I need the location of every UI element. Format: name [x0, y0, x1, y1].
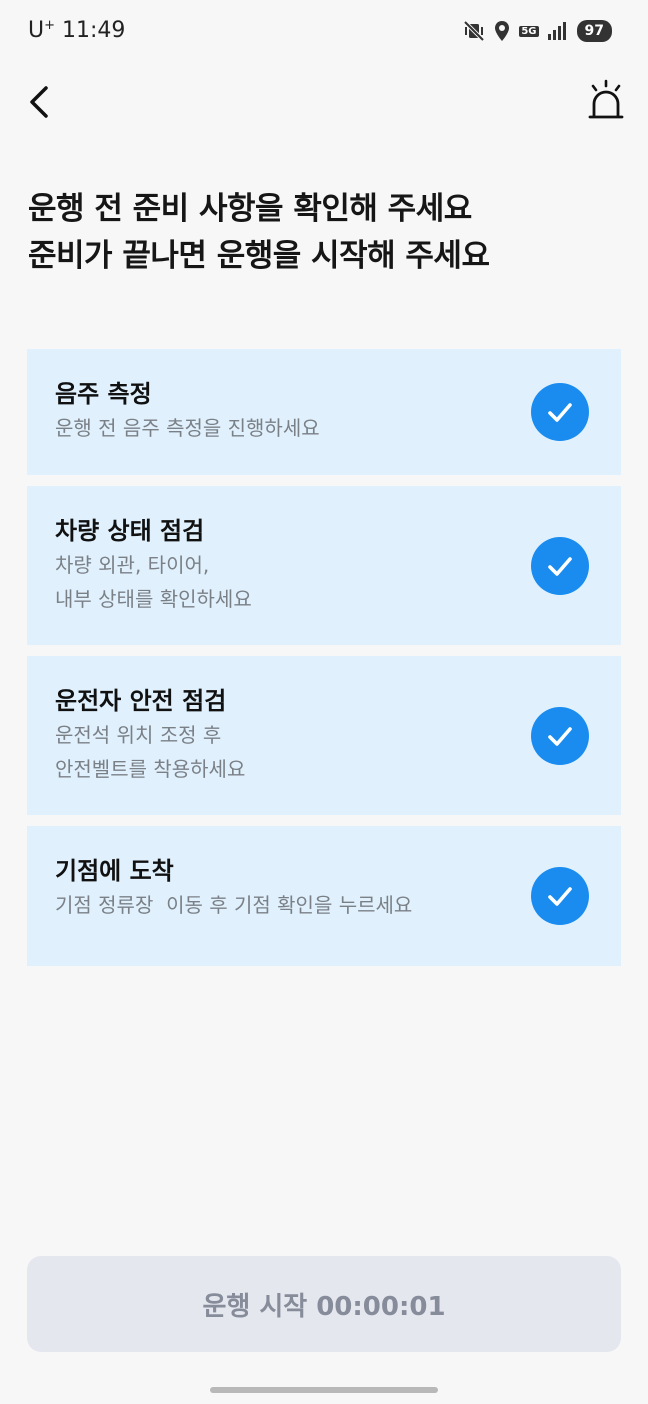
description-line: 운행 전 음주 측정을 진행하세요	[55, 416, 320, 440]
description-line: 기점 정류장 이동 후 기점 확인을 누르세요	[55, 893, 413, 917]
siren-icon	[588, 79, 624, 119]
description-line: 차량 외관, 타이어,	[55, 553, 210, 577]
checklist-item-alcohol-test[interactable]: 음주 측정 운행 전 음주 측정을 진행하세요	[27, 349, 621, 475]
start-driving-label: 운행 시작 00:00:01	[202, 1291, 446, 1322]
description-line: 안전벨트를 착용하세요	[55, 757, 246, 781]
checkmark-icon	[531, 867, 589, 925]
checklist-item-description: 차량 외관, 타이어, 내부 상태를 확인하세요	[55, 548, 593, 616]
location-icon	[495, 21, 510, 41]
checklist-item-description: 기점 정류장 이동 후 기점 확인을 누르세요	[55, 888, 593, 922]
description-line: 운전석 위치 조정 후	[55, 723, 222, 747]
checklist-item-title: 차량 상태 점검	[55, 517, 205, 545]
network-5g-icon: 5G	[519, 25, 539, 37]
carrier-time: U+ 11:49	[28, 18, 125, 43]
checkmark-icon	[531, 383, 589, 441]
title-line-2: 준비가 끝나면 운행을 시작해 주세요	[28, 238, 490, 274]
back-button[interactable]	[22, 80, 58, 124]
battery-indicator: 97	[576, 20, 612, 42]
checklist-item-description: 운행 전 음주 측정을 진행하세요	[55, 411, 593, 445]
checklist-item-title: 운전자 안전 점검	[55, 687, 227, 715]
checklist-item-vehicle-inspection[interactable]: 차량 상태 점검 차량 외관, 타이어, 내부 상태를 확인하세요	[27, 486, 621, 645]
checklist-item-description: 운전석 위치 조정 후 안전벨트를 착용하세요	[55, 718, 593, 786]
checkmark-icon	[531, 536, 589, 595]
signal-icon	[547, 22, 566, 40]
home-indicator[interactable]	[210, 1387, 438, 1393]
checklist-item-title: 음주 측정	[55, 380, 152, 408]
carrier-label: U	[28, 18, 45, 43]
checklist-item-title: 기점에 도착	[55, 857, 174, 885]
status-icons: 5G 97	[463, 20, 612, 42]
title-line-1: 운행 전 준비 사항을 확인해 주세요	[28, 191, 472, 227]
pre-drive-checklist: 음주 측정 운행 전 음주 측정을 진행하세요 차량 상태 점검 차량 외관, …	[27, 349, 621, 977]
start-driving-button[interactable]: 운행 시작 00:00:01	[27, 1256, 621, 1352]
checklist-item-driver-safety[interactable]: 운전자 안전 점검 운전석 위치 조정 후 안전벨트를 착용하세요	[27, 656, 621, 815]
page-title: 운행 전 준비 사항을 확인해 주세요 준비가 끝나면 운행을 시작해 주세요	[28, 186, 628, 280]
chevron-left-icon	[30, 86, 48, 118]
carrier-plus: +	[44, 18, 56, 33]
checkmark-icon	[531, 706, 589, 765]
description-line: 내부 상태를 확인하세요	[55, 587, 252, 611]
top-nav	[0, 72, 648, 132]
status-bar: U+ 11:49 5G 97	[0, 0, 648, 66]
clock: 11:49	[62, 18, 126, 43]
vibrate-mute-icon	[463, 20, 485, 42]
checklist-item-arrive-origin[interactable]: 기점에 도착 기점 정류장 이동 후 기점 확인을 누르세요	[27, 826, 621, 966]
emergency-alarm-button[interactable]	[586, 78, 626, 122]
